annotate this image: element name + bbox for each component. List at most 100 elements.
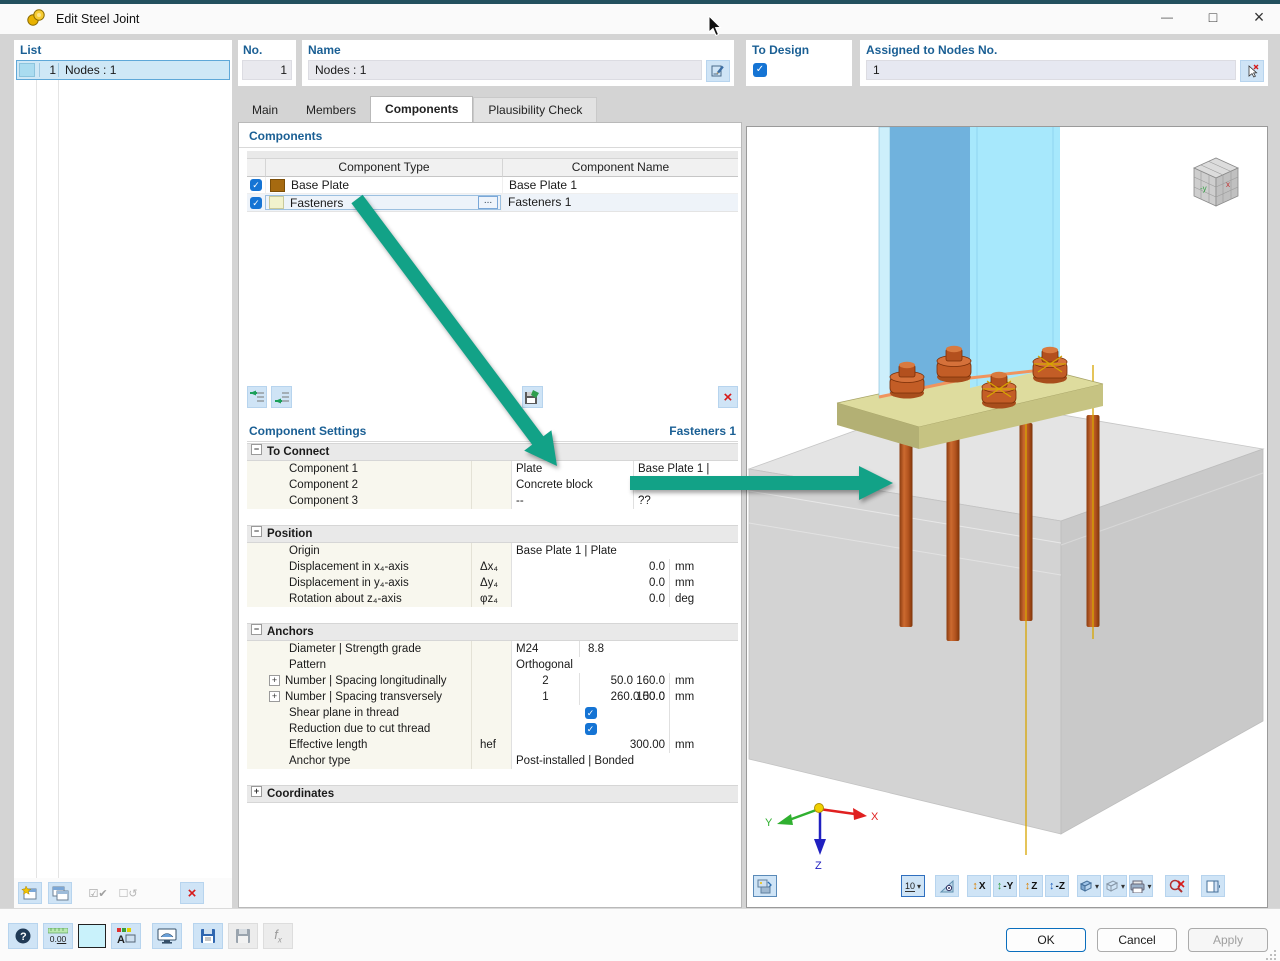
row-pattern[interactable]: Pattern Orthogonal	[247, 657, 738, 673]
new-item-button[interactable]	[18, 882, 42, 904]
app-icon	[26, 8, 46, 28]
base-plate-name: Base Plate 1	[502, 177, 738, 193]
row-diameter-grade[interactable]: Diameter | Strength grade M24 8.8	[247, 641, 738, 657]
formula-button[interactable]: fx	[263, 923, 293, 949]
pencil-icon	[711, 64, 725, 78]
row-shear-plane[interactable]: Shear plane in thread	[247, 705, 738, 721]
save-icon	[200, 928, 217, 944]
copy-item-button[interactable]	[48, 882, 72, 904]
row-displacement-x4[interactable]: Displacement in x₄-axis Δx₄ 0.0 mm	[247, 559, 738, 575]
row-rotation-z4[interactable]: Rotation about z₄-axis φz₄ 0.0 deg	[247, 591, 738, 607]
invert-check-button[interactable]: ☐↺	[116, 882, 140, 904]
print-button[interactable]: ▾	[1129, 875, 1153, 897]
display-mode-button[interactable]: ▾	[1077, 875, 1101, 897]
tab-members[interactable]: Members	[292, 98, 370, 122]
fasteners-more-button[interactable]: ...	[478, 196, 498, 209]
dimension-lines-button[interactable]: 10▾	[901, 875, 925, 897]
close-button[interactable]: ×	[1244, 7, 1274, 28]
tab-main[interactable]: Main	[238, 98, 292, 122]
delete-component-button[interactable]: ×	[718, 386, 738, 408]
to-design-panel: To Design	[746, 40, 852, 86]
select-nodes-button[interactable]	[1240, 60, 1264, 82]
component-row-fasteners[interactable]: Fasteners ... Fasteners 1	[247, 194, 738, 212]
base-plate-checkbox[interactable]	[250, 179, 262, 191]
section-position[interactable]: −Position	[247, 525, 738, 543]
col-component-type[interactable]: Component Type	[265, 159, 502, 177]
view-minus-y-button[interactable]: ↕-Y	[993, 875, 1017, 897]
col-component-name[interactable]: Component Name	[502, 159, 738, 177]
view-x-button[interactable]: ↕X	[967, 875, 991, 897]
add-component-below-button[interactable]	[271, 386, 291, 408]
view-z-button[interactable]: ↕Z	[1019, 875, 1043, 897]
row-spacing-transverse[interactable]: +Number | Spacing transversely 1 260.0 5…	[247, 689, 738, 705]
row-spacing-longitudinal[interactable]: +Number | Spacing longitudinally 2 50.0 …	[247, 673, 738, 689]
displacement-x4-value: 0.0	[511, 559, 669, 575]
row-reduction-thread[interactable]: Reduction due to cut thread	[247, 721, 738, 737]
components-toolbar: ×	[247, 386, 738, 408]
minimize-button[interactable]: —	[1152, 10, 1182, 24]
row-component-3[interactable]: Component 3 -- ??	[247, 493, 738, 509]
fasteners-checkbox[interactable]	[250, 197, 262, 209]
assigned-field[interactable]: 1	[866, 60, 1236, 80]
components-section-title: Components	[239, 123, 741, 148]
add-component-above-button[interactable]	[247, 386, 267, 408]
printer-icon	[1130, 880, 1145, 893]
chevron-down-icon: ▾	[1121, 882, 1125, 891]
chevron-down-icon: ▾	[1147, 882, 1151, 891]
visibility-button[interactable]	[935, 875, 959, 897]
delete-item-button[interactable]: ×	[180, 882, 204, 904]
save-default-icon	[235, 928, 252, 944]
edit-name-button[interactable]	[706, 60, 730, 82]
effective-length-value: 300.00	[511, 737, 669, 753]
name-label: Name	[302, 40, 734, 57]
to-design-checkbox[interactable]	[753, 63, 767, 77]
save-settings-button[interactable]	[193, 923, 223, 949]
sync-view-button[interactable]	[753, 875, 777, 897]
section-coordinates[interactable]: +Coordinates	[247, 785, 738, 803]
row-component-1[interactable]: Component 1 Plate Base Plate 1 | Plate	[247, 461, 738, 477]
svg-text:A: A	[117, 934, 125, 945]
list-item-nodes-1[interactable]: 1 Nodes : 1	[16, 60, 230, 80]
no-field[interactable]: 1	[242, 60, 292, 80]
row-anchor-type[interactable]: Anchor type Post-installed | Bonded	[247, 753, 738, 769]
decimal-places-button[interactable]: 0.00	[43, 923, 73, 949]
row-component-2[interactable]: Component 2 Concrete block	[247, 477, 738, 493]
maximize-button[interactable]: □	[1198, 9, 1228, 25]
display-color-swatch[interactable]	[78, 924, 106, 948]
view-minus-z-button[interactable]: ↕-Z	[1045, 875, 1069, 897]
axis-label-y: Y	[765, 817, 773, 829]
tab-plausibility-check[interactable]: Plausibility Check	[473, 97, 597, 122]
rendering-settings-button[interactable]	[152, 923, 182, 949]
mouse-cursor	[708, 16, 724, 38]
row-origin[interactable]: Origin Base Plate 1 | Plate	[247, 543, 738, 559]
section-anchors[interactable]: −Anchors	[247, 623, 738, 641]
shear-plane-checkbox[interactable]	[585, 707, 597, 719]
origin-value: Base Plate 1 | Plate	[511, 543, 738, 559]
cancel-zoom-button[interactable]	[1165, 875, 1189, 897]
row-displacement-y4[interactable]: Displacement in y₄-axis Δy₄ 0.0 mm	[247, 575, 738, 591]
section-to-connect[interactable]: −To Connect	[247, 443, 738, 461]
axis-label-x: X	[871, 811, 879, 823]
resize-grip[interactable]	[1266, 949, 1278, 961]
font-settings-button[interactable]: A	[111, 923, 141, 949]
component-1-ref: Base Plate 1 | Plate	[633, 461, 738, 477]
component-1-type: Plate	[511, 461, 633, 477]
save-default-button[interactable]	[228, 923, 258, 949]
check-all-button[interactable]: ☑✔	[86, 882, 110, 904]
list-panel: List 1 Nodes : 1 ☑✔ ☐↺ ×	[14, 40, 232, 908]
ok-button[interactable]: OK	[1006, 928, 1086, 952]
save-component-button[interactable]	[522, 386, 542, 408]
import-component-button[interactable]	[496, 386, 516, 408]
wireframe-mode-button[interactable]: ▾	[1103, 875, 1127, 897]
name-field[interactable]: Nodes : 1	[308, 60, 702, 80]
tab-components[interactable]: Components	[370, 96, 473, 122]
component-row-base-plate[interactable]: Base Plate Base Plate 1	[247, 177, 738, 194]
row-effective-length[interactable]: Effective length hef 300.00 mm	[247, 737, 738, 753]
cancel-button[interactable]: Cancel	[1097, 928, 1177, 952]
apply-button[interactable]: Apply	[1188, 928, 1268, 952]
reduction-checkbox[interactable]	[585, 723, 597, 735]
navigation-cube[interactable]: -y x	[1183, 153, 1249, 215]
viewport-3d[interactable]: -y x X Y Z 10▾ ↕X ↕-Y ↕Z ↕-Z ▾	[746, 126, 1268, 908]
help-button[interactable]: ?	[8, 923, 38, 949]
side-panel-button[interactable]	[1201, 875, 1225, 897]
